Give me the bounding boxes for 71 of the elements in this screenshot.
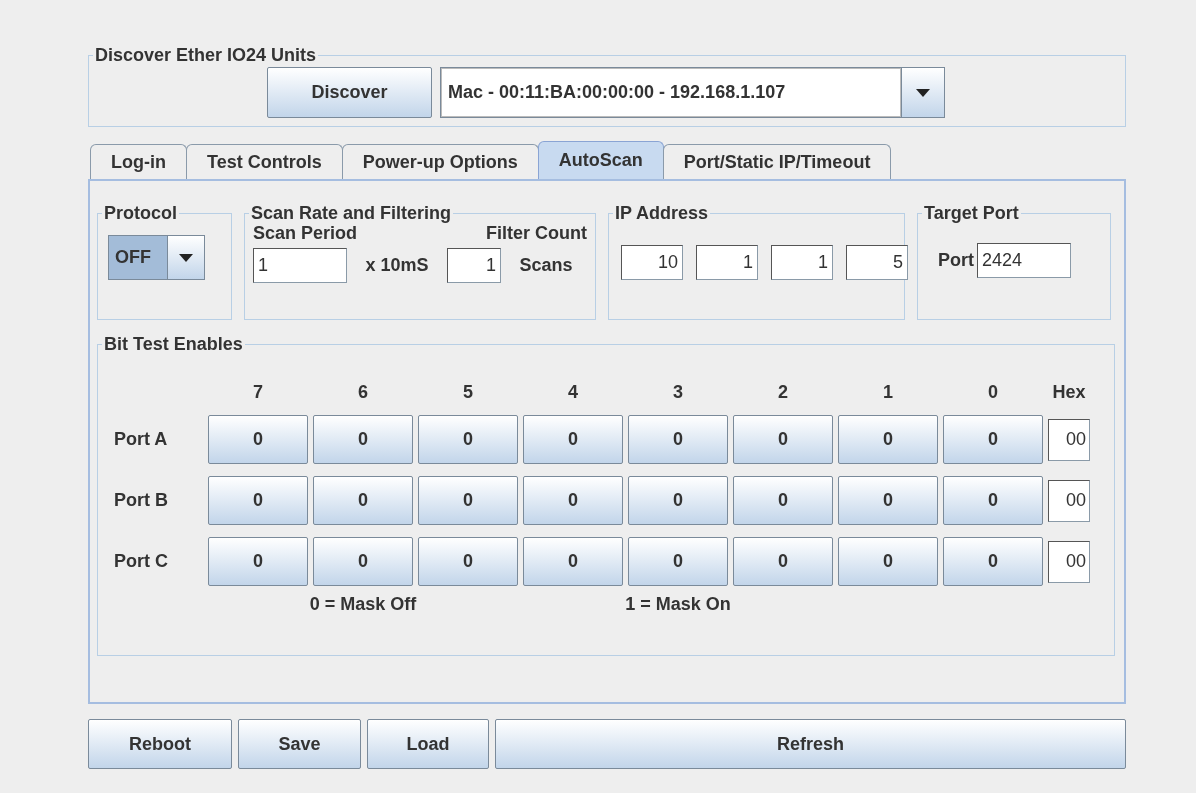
device-dropdown[interactable]: Mac - 00:11:BA:00:00:00 - 192.168.1.107 — [440, 67, 945, 118]
bit-toggle-button[interactable]: 0 — [523, 537, 623, 586]
bit-toggle-button[interactable]: 0 — [523, 415, 623, 464]
bit-toggle-button[interactable]: 0 — [418, 476, 518, 525]
row-label: Port B — [113, 490, 169, 511]
ip-octet-field[interactable]: 1 — [696, 245, 758, 280]
discover-button[interactable]: Discover — [267, 67, 432, 118]
port-field[interactable]: 2424 — [977, 243, 1071, 278]
bit-toggle-button[interactable]: 0 — [628, 476, 728, 525]
column-header: 0 — [987, 382, 999, 403]
bit-toggle-button[interactable]: 0 — [628, 537, 728, 586]
column-header: 4 — [567, 382, 579, 403]
column-header: 5 — [462, 382, 474, 403]
ip-octet-field[interactable]: 10 — [621, 245, 683, 280]
scan-period-field[interactable]: 1 — [253, 248, 347, 283]
group-title: Bit Test Enables — [104, 334, 243, 354]
bit-toggle-button[interactable]: 0 — [733, 476, 833, 525]
bit-toggle-button[interactable]: 0 — [208, 537, 308, 586]
row-label: Port A — [113, 429, 169, 450]
action-button[interactable]: Load — [367, 719, 489, 769]
tab[interactable]: Log-in — [90, 144, 187, 179]
column-header: 6 — [357, 382, 369, 403]
ip-octet-field[interactable]: 5 — [846, 245, 908, 280]
unit-label: Scans — [519, 255, 574, 276]
field-label: Filter Count — [486, 223, 587, 244]
bit-toggle-button[interactable]: 0 — [418, 415, 518, 464]
hex-field[interactable]: 00 — [1048, 418, 1090, 461]
bit-toggle-button[interactable]: 0 — [313, 415, 413, 464]
action-button[interactable]: Save — [238, 719, 361, 769]
column-header: 2 — [777, 382, 789, 403]
bit-toggle-button[interactable]: 0 — [418, 537, 518, 586]
group-title: Scan Rate and Filtering — [251, 203, 452, 223]
bit-toggle-button[interactable]: 0 — [838, 476, 938, 525]
action-button[interactable]: Refresh — [495, 719, 1126, 769]
bit-toggle-button[interactable]: 0 — [313, 476, 413, 525]
tab[interactable]: Port/Static IP/Timeout — [662, 144, 892, 179]
column-header: 7 — [252, 382, 264, 403]
bit-toggle-button[interactable]: 0 — [523, 476, 623, 525]
bit-toggle-button[interactable]: 0 — [838, 537, 938, 586]
action-button[interactable]: Reboot — [88, 719, 232, 769]
row-label: Port C — [113, 551, 169, 572]
bit-toggle-button[interactable]: 0 — [943, 537, 1043, 586]
column-header: Hex — [1051, 382, 1087, 403]
protocol-dropdown[interactable]: OFF — [108, 235, 205, 280]
bit-toggle-button[interactable]: 0 — [628, 415, 728, 464]
column-header: 3 — [672, 382, 684, 403]
bit-toggle-button[interactable]: 0 — [733, 415, 833, 464]
tab[interactable]: AutoScan — [537, 141, 664, 179]
bit-toggle-button[interactable]: 0 — [943, 415, 1043, 464]
field-label: Port — [938, 250, 974, 271]
ip-octet-field[interactable]: 1 — [771, 245, 833, 280]
bit-toggle-button[interactable]: 0 — [208, 476, 308, 525]
bit-toggle-button[interactable]: 0 — [313, 537, 413, 586]
bit-toggle-button[interactable]: 0 — [208, 415, 308, 464]
unit-label: x 10mS — [365, 255, 430, 276]
bit-toggle-button[interactable]: 0 — [733, 537, 833, 586]
hex-field[interactable]: 00 — [1048, 540, 1090, 583]
bit-toggle-button[interactable]: 0 — [838, 415, 938, 464]
dropdown-arrow-icon — [916, 88, 930, 97]
group-title: Target Port — [924, 203, 1019, 223]
hex-field[interactable]: 00 — [1048, 479, 1090, 522]
filter-count-field[interactable]: 1 — [447, 248, 501, 283]
column-header: 1 — [882, 382, 894, 403]
legend-text: 0 = Mask Off — [308, 594, 418, 615]
field-label: Scan Period — [253, 223, 359, 244]
group-title: Discover Ether IO24 Units — [95, 45, 317, 65]
dropdown-arrow-icon — [179, 253, 193, 262]
group-title: Protocol — [104, 203, 177, 223]
bit-toggle-button[interactable]: 0 — [943, 476, 1043, 525]
group-title: IP Address — [615, 203, 709, 223]
legend-text: 1 = Mask On — [624, 594, 732, 615]
